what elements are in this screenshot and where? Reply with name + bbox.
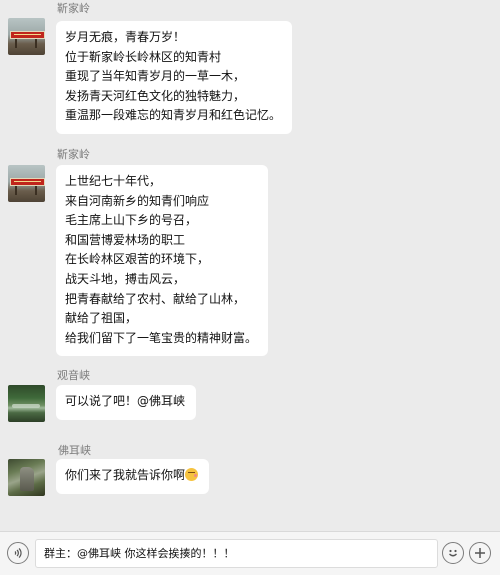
- add-button[interactable]: [469, 542, 491, 564]
- emoji-button[interactable]: [442, 542, 464, 564]
- blushing-emoji-icon: [185, 468, 199, 481]
- message-line: 毛主席上山下乡的号召，: [65, 213, 198, 228]
- avatar[interactable]: [8, 385, 45, 422]
- message-line: 可以说了吧！@佛耳峡: [65, 394, 186, 408]
- message-line: 来自河南新乡的知青们响应: [65, 193, 210, 208]
- sender-name: 靳家岭: [57, 2, 90, 15]
- message-bubble[interactable]: 可以说了吧！@佛耳峡: [56, 385, 197, 420]
- input-bar: 群主：@佛耳峡 你这样会挨揍的！！！: [0, 531, 500, 575]
- avatar[interactable]: [8, 165, 45, 202]
- message-line: 发扬青天河红色文化的独特魅力，: [65, 88, 246, 103]
- message-bubble[interactable]: 你们来了我就告诉你啊: [56, 459, 210, 494]
- smiley-icon: [449, 549, 457, 557]
- message-line: 在长岭林区艰苦的环境下，: [65, 252, 210, 267]
- sender-name: 观音峡: [57, 369, 90, 382]
- message-line: 位于靳家岭长岭林区的知青村: [65, 49, 222, 64]
- message-line: 战天斗地，搏击风云，: [65, 271, 186, 286]
- message-line: 和国营博爱林场的职工: [65, 232, 186, 247]
- message-line: 你们来了我就告诉你啊: [65, 466, 199, 486]
- sender-name: 佛耳峡: [58, 444, 91, 457]
- sender-name: 靳家岭: [57, 148, 90, 161]
- message-line: 把青春献给了农村、献给了山林，: [65, 291, 246, 306]
- message-line: 上世纪七十年代，: [65, 174, 162, 188]
- message-text: 你们来了我就告诉你啊: [65, 468, 186, 482]
- plus-icon: [475, 548, 485, 558]
- message-line: 重现了当年知青岁月的一草一木，: [65, 69, 246, 84]
- message-line: 献给了祖国，: [65, 311, 138, 326]
- chat-messages-area[interactable]: 靳家岭 岁月无痕，青春万岁！ 位于靳家岭长岭林区的知青村 重现了当年知青岁月的一…: [0, 0, 500, 531]
- message-bubble[interactable]: 上世纪七十年代， 来自河南新乡的知青们响应 毛主席上山下乡的号召， 和国营博爱林…: [56, 165, 269, 357]
- message-input[interactable]: 群主：@佛耳峡 你这样会挨揍的！！！: [35, 539, 438, 568]
- avatar[interactable]: [8, 18, 45, 55]
- avatar[interactable]: [8, 459, 45, 496]
- voice-icon: [14, 548, 22, 558]
- message-line: 给我们留下了一笔宝贵的精神财富。: [65, 330, 258, 345]
- message-bubble[interactable]: 岁月无痕，青春万岁！ 位于靳家岭长岭林区的知青村 重现了当年知青岁月的一草一木，…: [56, 21, 293, 134]
- voice-button[interactable]: [7, 542, 29, 564]
- message-line: 重温那一段难忘的知青岁月和红色记忆。: [65, 108, 282, 123]
- message-line: 岁月无痕，青春万岁！: [65, 30, 186, 44]
